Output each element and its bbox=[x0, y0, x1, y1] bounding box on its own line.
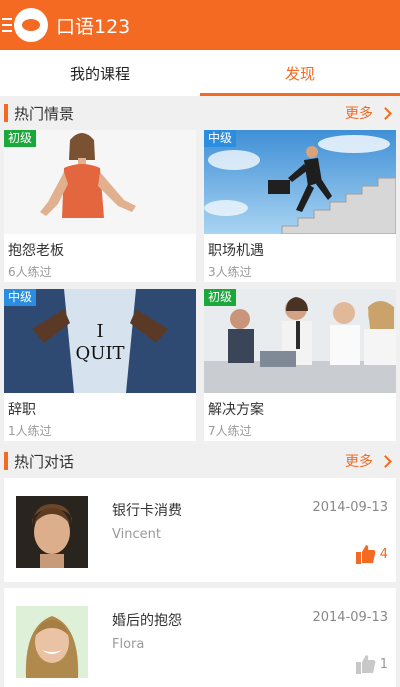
like-button[interactable]: 4 bbox=[355, 544, 388, 564]
quit-sign-line-2: QUIT bbox=[75, 343, 125, 364]
hot-scenes-title: 热门情景 bbox=[14, 104, 75, 123]
hot-dialogs-header: 热门对话 更多 bbox=[0, 444, 400, 478]
scene-title: 职场机遇 bbox=[208, 243, 264, 259]
scene-title: 辞职 bbox=[8, 402, 36, 418]
scene-practice-count: 7人练过 bbox=[208, 424, 252, 438]
dialog-date: 2014-09-13 bbox=[312, 500, 388, 515]
thumbs-up-icon bbox=[355, 655, 376, 674]
hot-dialogs-more-button[interactable]: 更多 bbox=[345, 451, 392, 471]
like-count: 4 bbox=[379, 546, 388, 562]
chevron-right-icon bbox=[379, 106, 392, 120]
more-label: 更多 bbox=[345, 454, 373, 470]
tab-discover[interactable]: 发现 bbox=[200, 50, 400, 96]
scene-title: 解决方案 bbox=[208, 402, 264, 418]
scene-practice-count: 6人练过 bbox=[8, 265, 52, 279]
scene-title: 抱怨老板 bbox=[8, 243, 64, 259]
chevron-right-icon bbox=[379, 454, 392, 468]
scene-practice-count: 3人练过 bbox=[208, 265, 252, 279]
like-count: 1 bbox=[379, 656, 388, 672]
dialog-author: Flora bbox=[112, 637, 145, 652]
quit-sign-line-1: I bbox=[96, 321, 104, 342]
level-badge: 中级 bbox=[4, 289, 37, 306]
scene-card-complain-boss[interactable]: 初级 抱怨老板 6人练过 bbox=[4, 130, 196, 282]
dialog-title: 银行卡消费 bbox=[112, 503, 182, 519]
scene-image-stairs: 中级 bbox=[204, 130, 396, 234]
scene-card-solution[interactable]: 初级 解决方案 7人练过 bbox=[204, 289, 396, 441]
scene-image-woman: 初级 bbox=[4, 130, 196, 234]
menu-icon[interactable] bbox=[2, 18, 12, 32]
scene-image-i-quit: I QUIT 中级 bbox=[4, 289, 196, 393]
thumbs-up-icon bbox=[355, 545, 376, 564]
dialog-author: Vincent bbox=[112, 527, 161, 542]
app-bar: 口语123 bbox=[0, 0, 400, 50]
dialog-item-marriage-complaint[interactable]: 婚后的抱怨 Flora 2014-09-13 1 bbox=[4, 588, 396, 687]
hot-scenes-header: 热门情景 更多 bbox=[0, 96, 400, 130]
app-title: 口语123 bbox=[56, 15, 131, 38]
logo-icon bbox=[14, 8, 48, 42]
scene-card-career-opportunity[interactable]: 中级 职场机遇 3人练过 bbox=[204, 130, 396, 282]
level-badge: 初级 bbox=[4, 130, 37, 147]
level-badge: 初级 bbox=[204, 289, 237, 306]
dialog-item-bank-card[interactable]: 银行卡消费 Vincent 2014-09-13 4 bbox=[4, 478, 396, 582]
scene-card-resign[interactable]: I QUIT 中级 辞职 1人练过 bbox=[4, 289, 196, 441]
like-button[interactable]: 1 bbox=[355, 654, 388, 674]
tab-bar: 我的课程 发现 bbox=[0, 50, 400, 96]
hot-dialogs-title: 热门对话 bbox=[14, 452, 75, 471]
dialog-title: 婚后的抱怨 bbox=[112, 613, 182, 629]
section-accent-bar bbox=[4, 452, 8, 470]
hot-scenes-more-button[interactable]: 更多 bbox=[345, 103, 392, 123]
tab-my-courses[interactable]: 我的课程 bbox=[0, 50, 200, 96]
avatar bbox=[16, 606, 88, 678]
avatar bbox=[16, 496, 88, 568]
dialog-date: 2014-09-13 bbox=[312, 610, 388, 625]
scene-practice-count: 1人练过 bbox=[8, 424, 52, 438]
scene-image-meeting: 初级 bbox=[204, 289, 396, 393]
level-badge: 中级 bbox=[204, 130, 237, 147]
more-label: 更多 bbox=[345, 106, 373, 122]
section-accent-bar bbox=[4, 104, 8, 122]
